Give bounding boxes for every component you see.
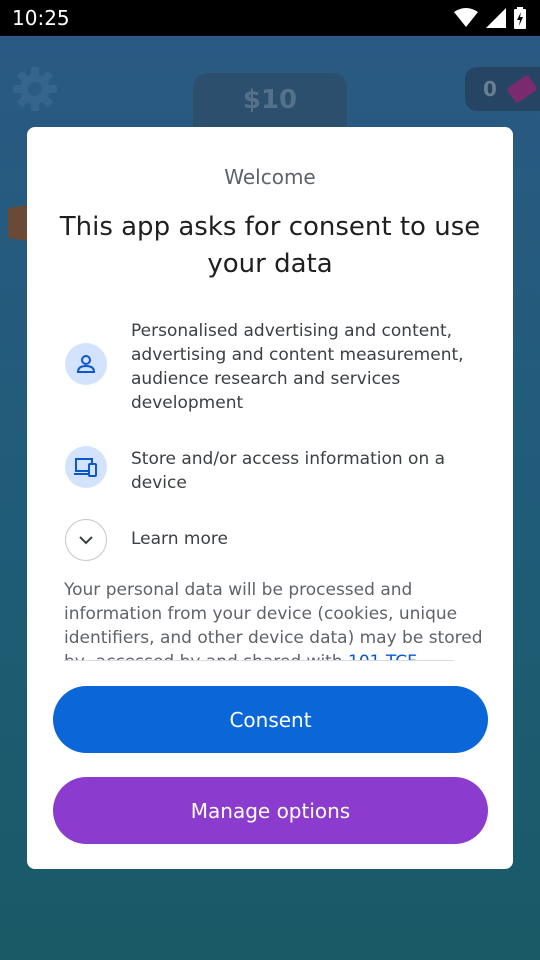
vendors-link[interactable]: 101 TCF (348, 652, 417, 660)
purpose-storage: Store and/or access information on a dev… (65, 443, 485, 497)
divider (64, 660, 454, 661)
status-bar: 10:25 (0, 0, 540, 36)
dialog-welcome: Welcome (224, 165, 316, 189)
manage-options-button[interactable]: Manage options (53, 777, 488, 844)
signal-icon (486, 8, 506, 28)
purpose-advertising: Personalised advertising and content, ad… (65, 315, 485, 415)
consent-description-text: Your personal data will be processed and… (64, 580, 483, 660)
learn-more-row[interactable]: Learn more (65, 519, 485, 563)
battery-icon (514, 7, 526, 29)
tickets-counter: 0 (465, 67, 540, 111)
chevron-down-icon[interactable] (65, 519, 107, 561)
purpose-text: Store and/or access information on a dev… (131, 449, 446, 493)
purpose-text: Personalised advertising and content, ad… (131, 321, 464, 413)
devices-icon (65, 446, 107, 488)
status-icons (454, 7, 526, 29)
consent-button[interactable]: Consent (53, 686, 488, 753)
learn-more-label[interactable]: Learn more (131, 527, 481, 551)
tickets-count: 0 (483, 77, 497, 101)
person-icon (65, 343, 107, 385)
settings-gear-icon[interactable] (12, 66, 58, 112)
prize-amount: $10 (242, 85, 298, 115)
wifi-icon (454, 8, 478, 27)
consent-description: Your personal data will be processed and… (64, 578, 484, 660)
dialog-headline: This app asks for consent to use your da… (59, 212, 481, 279)
clock: 10:25 (12, 6, 70, 30)
consent-dialog: Welcome This app asks for consent to use… (27, 127, 513, 869)
ticket-icon (507, 75, 537, 103)
